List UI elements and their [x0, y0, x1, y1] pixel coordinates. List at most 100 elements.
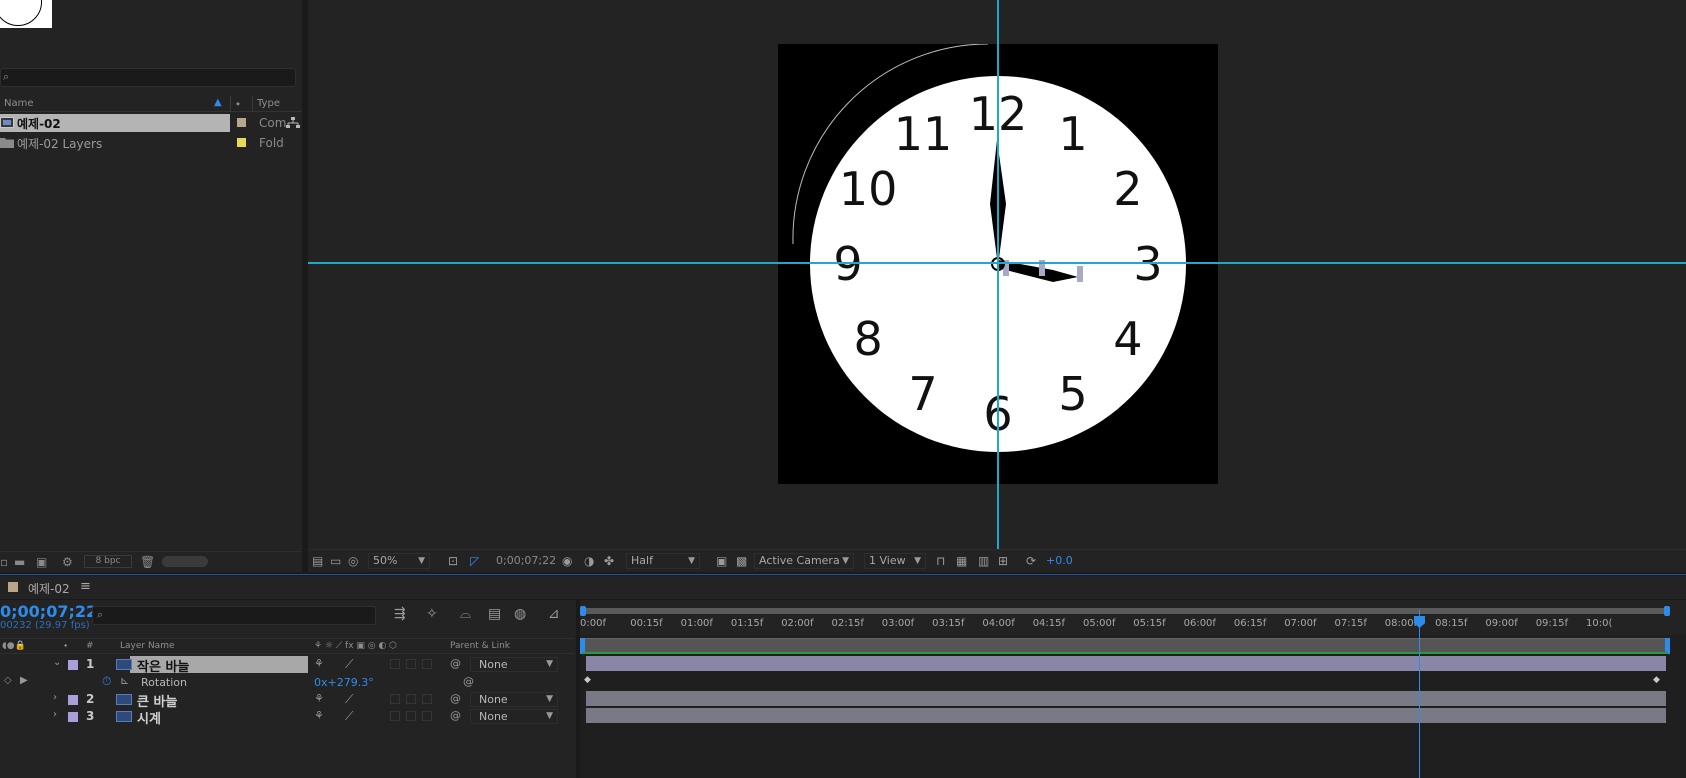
keyframe-marker[interactable]: ◆: [1653, 675, 1660, 685]
channel-rgb-icon[interactable]: ✤: [604, 554, 614, 568]
parent-dropdown[interactable]: None ▼: [470, 657, 558, 672]
transparency-grid-icon[interactable]: ▩: [736, 554, 747, 568]
time-ruler[interactable]: 0:00f 00:15f 01:00f 01:15f 02:00f 02:15f 03:00…: [580, 600, 1686, 635]
timeline-icon[interactable]: ▥: [978, 554, 989, 568]
delete-trash-icon[interactable]: 🗑: [140, 555, 155, 569]
layer-row[interactable]: › 2 큰 바늘 ⚘ ⟋ @ None ▼: [0, 691, 574, 710]
timeline-tab-name[interactable]: 예제-02: [28, 580, 70, 597]
pick-whip-icon[interactable]: @: [450, 709, 461, 722]
new-folder-icon[interactable]: ▬: [14, 555, 25, 569]
layer-label-swatch[interactable]: [68, 712, 78, 722]
switch-box[interactable]: [406, 711, 416, 721]
frame-blending-icon[interactable]: ▤: [488, 606, 501, 622]
exposure-value[interactable]: +0.0: [1046, 554, 1073, 567]
bit-depth-button[interactable]: 8 bpc: [84, 555, 132, 568]
region-of-interest-icon[interactable]: ▣: [716, 554, 727, 568]
switch-box[interactable]: [422, 694, 432, 704]
flowchart-icon[interactable]: [286, 117, 300, 129]
layer-name-header[interactable]: Layer Name: [120, 641, 175, 651]
layer-name[interactable]: 시계: [137, 708, 161, 727]
label-tag-icon[interactable]: ⬩: [64, 641, 67, 651]
draft-3d-icon[interactable]: ✧: [426, 606, 438, 622]
graph-editor-icon[interactable]: ⊿: [548, 606, 560, 622]
label-tag-icon[interactable]: ⬩: [236, 97, 240, 111]
switch-box[interactable]: [390, 711, 400, 721]
graph-icon[interactable]: ⊾: [120, 674, 129, 687]
viewer-timecode[interactable]: 0;00;07;22: [496, 554, 556, 567]
layer-duration-bar[interactable]: [586, 708, 1666, 723]
layer-row[interactable]: ⌄ 1 작은 바늘 ⚘ ⟋ @ None ▼: [0, 656, 574, 675]
parent-dropdown[interactable]: None ▼: [470, 692, 558, 707]
new-composition-icon[interactable]: ▣: [36, 555, 47, 569]
show-snapshot-icon[interactable]: ◑: [584, 554, 594, 568]
expand-arrow-icon[interactable]: ▶: [20, 675, 28, 686]
interpret-footage-icon[interactable]: ▫: [0, 555, 8, 569]
sort-ascending-icon[interactable]: ▲: [214, 97, 222, 108]
rotation-property-row[interactable]: ◇ ▶ ⏱ ⊾ Rotation 0x+279.3° @: [0, 674, 574, 691]
vr-mask-icon[interactable]: ◎: [348, 554, 358, 568]
layer-row[interactable]: › 3 시계 ⚘ ⟋ @ None ▼: [0, 708, 574, 727]
thumbnail-size-slider[interactable]: [162, 556, 208, 567]
switch-box[interactable]: [422, 711, 432, 721]
switch-box[interactable]: [406, 659, 416, 669]
comp-duration-bar[interactable]: [580, 638, 1670, 654]
layer-label-swatch[interactable]: [68, 695, 78, 705]
composition-mini-flowchart-icon[interactable]: ⇶: [394, 606, 406, 622]
label-color-swatch[interactable]: [237, 118, 246, 127]
label-color-swatch[interactable]: [237, 138, 246, 147]
expand-chevron-icon[interactable]: ›: [53, 692, 57, 703]
quality-switch-icon[interactable]: ⟋: [345, 692, 353, 707]
shy-switch-icon[interactable]: ⚘: [314, 657, 324, 670]
switch-box[interactable]: [390, 694, 400, 704]
rotation-value[interactable]: 0x+279.3°: [314, 676, 374, 689]
quality-switch-icon[interactable]: ⟋: [345, 709, 353, 724]
current-time-indicator-line[interactable]: [1419, 610, 1420, 778]
layer-duration-bar[interactable]: [586, 656, 1666, 671]
work-area-start-handle[interactable]: [580, 606, 586, 616]
switch-box[interactable]: [406, 694, 416, 704]
fast-previews-icon[interactable]: ▦: [956, 554, 967, 568]
resolution-dropdown[interactable]: Half ▼: [626, 553, 700, 569]
project-settings-icon[interactable]: ⚙: [62, 555, 73, 569]
shy-switch-icon[interactable]: ⚘: [314, 709, 324, 722]
hide-shy-layers-icon[interactable]: ⌓: [460, 606, 471, 622]
view-layout-dropdown[interactable]: 1 View ▼: [864, 553, 926, 569]
timeline-tab[interactable]: 예제-02 ≡: [0, 576, 1686, 600]
snapshot-camera-icon[interactable]: ◉: [562, 554, 572, 568]
mask-visibility-icon[interactable]: ◸: [470, 554, 479, 568]
switch-box[interactable]: [390, 659, 400, 669]
type-column-header[interactable]: Type: [257, 98, 280, 109]
expand-chevron-icon[interactable]: ›: [53, 709, 57, 720]
composition-viewer[interactable]: 121234567891011: [308, 0, 1686, 549]
keyframe-navigator-icon[interactable]: ◇: [4, 675, 12, 686]
keyframe-marker[interactable]: ◆: [584, 675, 591, 685]
work-area-bar[interactable]: [580, 606, 1670, 616]
zoom-dropdown[interactable]: 50% ▼: [368, 553, 430, 569]
motion-blur-icon[interactable]: ◍: [514, 606, 526, 622]
current-time-display[interactable]: 0;00;07;22: [0, 602, 97, 621]
pick-whip-icon[interactable]: @: [450, 657, 461, 670]
panel-splitter-horizontal[interactable]: [0, 572, 1686, 575]
fit-frame-icon[interactable]: ⊡: [448, 554, 458, 568]
switch-box[interactable]: [422, 659, 432, 669]
quality-switch-icon[interactable]: ⟋: [345, 657, 353, 672]
layer-name[interactable]: 작은 바늘: [137, 656, 189, 675]
stopwatch-icon[interactable]: ⏱: [102, 674, 111, 689]
pick-whip-icon[interactable]: @: [463, 675, 474, 688]
project-item-comp[interactable]: 예제-02 Com: [0, 114, 302, 132]
always-preview-icon[interactable]: ▤: [312, 554, 323, 568]
timeline-search-input[interactable]: ⌕: [92, 606, 376, 625]
name-column-header[interactable]: Name: [4, 98, 34, 109]
hamburger-menu-icon[interactable]: ≡: [80, 579, 91, 594]
layer-duration-bar[interactable]: [586, 691, 1666, 706]
project-item-folder[interactable]: 예제-02 Layers Fold: [0, 134, 302, 152]
guide-line-horizontal[interactable]: [308, 262, 1686, 264]
toggle-pixel-aspect-icon[interactable]: ⊓: [936, 554, 945, 568]
flowchart-icon[interactable]: ⊞: [998, 554, 1008, 568]
monitor-icon[interactable]: ▭: [330, 554, 341, 568]
parent-dropdown[interactable]: None ▼: [470, 709, 558, 724]
camera-dropdown[interactable]: Active Camera ▼: [754, 553, 854, 569]
parent-link-header[interactable]: Parent & Link: [450, 641, 510, 651]
project-search-input[interactable]: ⌕: [0, 68, 296, 87]
layer-label-swatch[interactable]: [68, 660, 78, 670]
